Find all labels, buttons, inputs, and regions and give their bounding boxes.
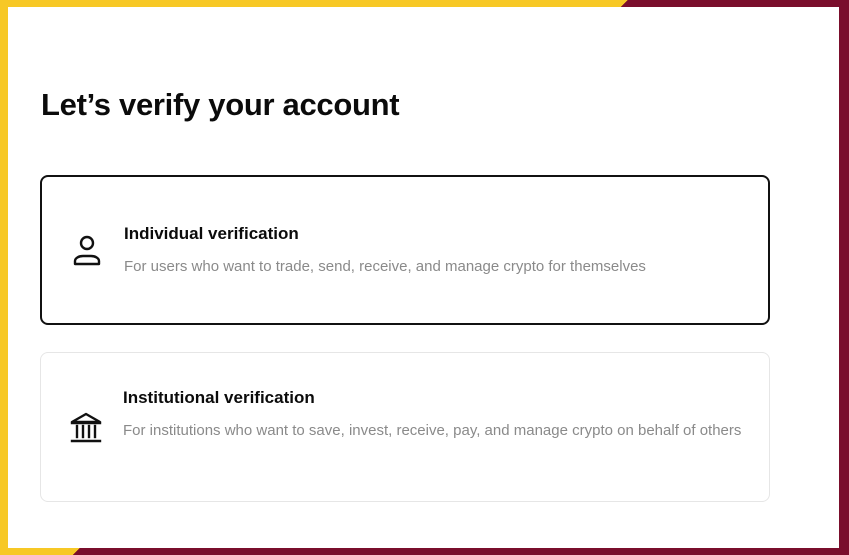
institutional-verification-title: Institutional verification: [123, 388, 315, 407]
individual-verification-title: Individual verification: [124, 224, 299, 243]
page-title: Let’s verify your account: [41, 87, 400, 122]
individual-verification-option[interactable]: Individual verification For users who wa…: [40, 175, 770, 325]
individual-verification-description: For users who want to trade, send, recei…: [124, 258, 646, 275]
person-icon: [70, 233, 104, 267]
bank-icon: [69, 411, 103, 445]
institutional-verification-description: For institutions who want to save, inves…: [123, 422, 742, 439]
institutional-verification-option[interactable]: Institutional verification For instituti…: [40, 352, 770, 502]
